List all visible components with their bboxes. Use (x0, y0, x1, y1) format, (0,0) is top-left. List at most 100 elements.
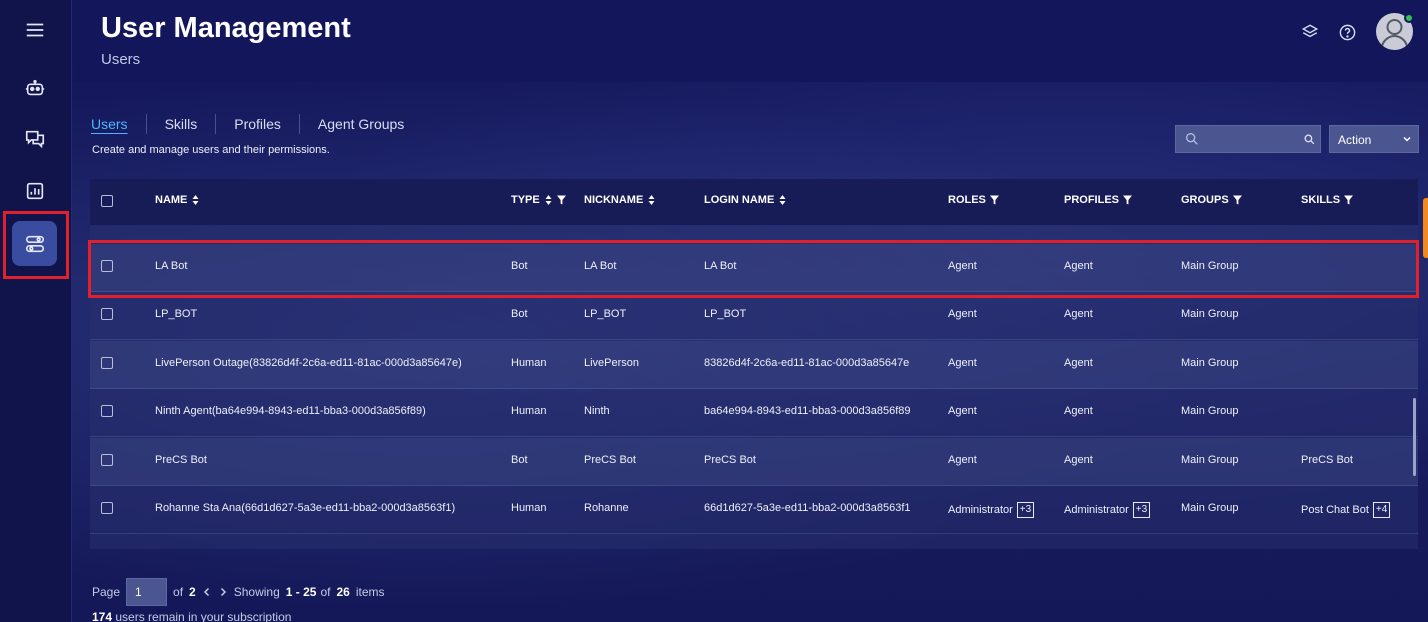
side-feedback-tab[interactable] (1423, 198, 1428, 258)
cell-login-name: LP_BOT (704, 308, 746, 320)
column-header-login-name[interactable]: LOGIN NAME (704, 194, 787, 206)
select-all-checkbox[interactable] (101, 195, 113, 207)
filter-icon[interactable] (1232, 194, 1242, 206)
cell-login-name-text: LP_BOT (704, 308, 747, 320)
cell-groups-text: Main Group (1181, 454, 1239, 466)
cell-roles-text: Agent (948, 357, 977, 369)
cell-profiles: Agent (1064, 405, 1093, 417)
table-row[interactable]: LP_BOT Bot LP_BOT LP_BOT Agent Agent Main Grou… (90, 292, 1418, 340)
cell-login-name-text: ba64e994-8943-ed11-bba3-000d3a856f89 (704, 405, 911, 417)
cell-nickname: LP_BOT (584, 308, 626, 320)
cell-profiles: Agent (1064, 308, 1093, 320)
reports-icon[interactable] (13, 169, 57, 213)
cell-type: Human (511, 502, 546, 514)
tab-profiles[interactable]: Profiles (216, 114, 300, 134)
search-box[interactable] (1175, 125, 1321, 153)
table-row[interactable]: Ninth Agent(ba64e994-8943-ed11-bba3-000d… (90, 389, 1418, 437)
pagination: Page 1 of 2 Showing 1 - 25 of 26 items (92, 578, 385, 606)
cell-name-text: LivePerson Outage(83826d4f-2c6a-ed11-81a… (155, 357, 462, 369)
filter-icon[interactable] (1123, 194, 1133, 206)
menu-icon[interactable] (13, 8, 57, 52)
cell-profiles-text: Agent (1064, 308, 1093, 320)
more-badge[interactable]: +3 (1132, 502, 1151, 518)
cell-profiles-text: Administrator (1064, 503, 1129, 516)
cell-nickname: PreCS Bot (584, 454, 636, 466)
more-badge[interactable]: +4 (1372, 502, 1391, 518)
column-header-profiles[interactable]: PROFILES (1064, 194, 1133, 206)
row-checkbox[interactable] (101, 405, 113, 417)
row-checkbox[interactable] (101, 454, 113, 466)
table-row[interactable]: LivePerson Outage(83826d4f-2c6a-ed11-81a… (90, 341, 1418, 389)
sort-icon[interactable] (191, 194, 200, 206)
search-submit-icon[interactable] (1303, 133, 1316, 146)
cell-type-text: Human (511, 357, 547, 369)
cell-profiles-text: Agent (1064, 405, 1093, 417)
cell-type-text: Bot (511, 454, 528, 466)
chevron-right-icon[interactable] (218, 587, 228, 597)
column-header-name[interactable]: NAME (155, 194, 200, 206)
cell-name-text: Ninth Agent(ba64e994-8943-ed11-bba3-000d… (155, 405, 426, 417)
page-header: User Management Users (73, 0, 1428, 82)
of-label: of (173, 585, 184, 599)
cell-login-name: 83826d4f-2c6a-ed11-81ac-000d3a85647e (704, 357, 909, 369)
cell-type: Bot (511, 454, 528, 466)
cell-name: PreCS Bot (155, 454, 207, 466)
chevron-left-icon[interactable] (202, 587, 212, 597)
filter-icon[interactable] (1344, 194, 1354, 206)
cell-type-text: Human (511, 502, 547, 514)
cell-nickname-text: LivePerson (584, 357, 640, 369)
help-icon[interactable] (1336, 21, 1358, 43)
total-items: 26 (336, 585, 350, 599)
table-header: NAME TYPE NICKNAME LOGIN NAME ROLES PROF… (90, 179, 1418, 225)
search-input[interactable] (1206, 128, 1296, 150)
cell-roles-text: Agent (948, 454, 977, 466)
row-checkbox[interactable] (101, 357, 113, 369)
tab-skills[interactable]: Skills (147, 114, 217, 134)
cell-name: Ninth Agent(ba64e994-8943-ed11-bba3-000d… (155, 405, 426, 417)
remaining-count: 174 (92, 610, 113, 622)
cell-name: LP_BOT (155, 308, 197, 320)
cell-type-text: Human (511, 405, 547, 417)
table-row[interactable]: Rohanne Sta Ana(66d1d627-5a3e-ed11-bba2-… (90, 486, 1418, 534)
chat-icon[interactable] (13, 117, 57, 161)
column-header-nickname[interactable]: NICKNAME (584, 194, 656, 206)
cell-groups-text: Main Group (1181, 502, 1239, 514)
page-number-input[interactable]: 1 (126, 578, 168, 606)
table-footer: Page 1 of 2 Showing 1 - 25 of 26 items 1… (92, 578, 385, 622)
filter-icon[interactable] (989, 194, 999, 206)
tab-users[interactable]: Users (91, 114, 147, 134)
column-header-roles[interactable]: ROLES (948, 194, 999, 206)
cell-type: Bot (511, 308, 528, 320)
more-badge[interactable]: +3 (1016, 502, 1035, 518)
cell-nickname-text: LP_BOT (584, 308, 627, 320)
tab-description: Create and manage users and their permis… (92, 144, 330, 156)
cell-name: Rohanne Sta Ana(66d1d627-5a3e-ed11-bba2-… (155, 502, 455, 514)
cell-groups: Main Group (1181, 308, 1238, 320)
sort-icon[interactable] (544, 194, 553, 206)
sidebar-highlight-box (3, 211, 69, 279)
cell-type: Human (511, 405, 546, 417)
tab-agent-groups[interactable]: Agent Groups (300, 114, 422, 134)
table-scrollbar[interactable] (1413, 398, 1416, 476)
layers-icon[interactable] (1299, 21, 1321, 43)
bot-icon[interactable] (13, 66, 57, 110)
cell-groups: Main Group (1181, 357, 1238, 369)
cell-profiles: Agent (1064, 454, 1093, 466)
table-row[interactable]: PreCS Bot Bot PreCS Bot PreCS Bot Agent Agent… (90, 438, 1418, 486)
cell-roles-text: Agent (948, 308, 977, 320)
chevron-down-icon (1403, 136, 1411, 142)
page-subtitle: Users (101, 51, 141, 68)
cell-groups-text: Main Group (1181, 308, 1239, 320)
column-header-skills[interactable]: SKILLS (1301, 194, 1354, 206)
page-label: Page (92, 585, 121, 599)
sort-icon[interactable] (778, 194, 787, 206)
sort-icon[interactable] (647, 194, 656, 206)
row-checkbox[interactable] (101, 502, 113, 514)
filter-icon[interactable] (556, 194, 566, 206)
cell-type: Human (511, 357, 546, 369)
cell-profiles-text: Agent (1064, 357, 1093, 369)
row-checkbox[interactable] (101, 308, 113, 320)
action-dropdown[interactable]: Action (1329, 125, 1419, 153)
column-header-groups[interactable]: GROUPS (1181, 194, 1242, 206)
column-header-type[interactable]: TYPE (511, 194, 566, 206)
